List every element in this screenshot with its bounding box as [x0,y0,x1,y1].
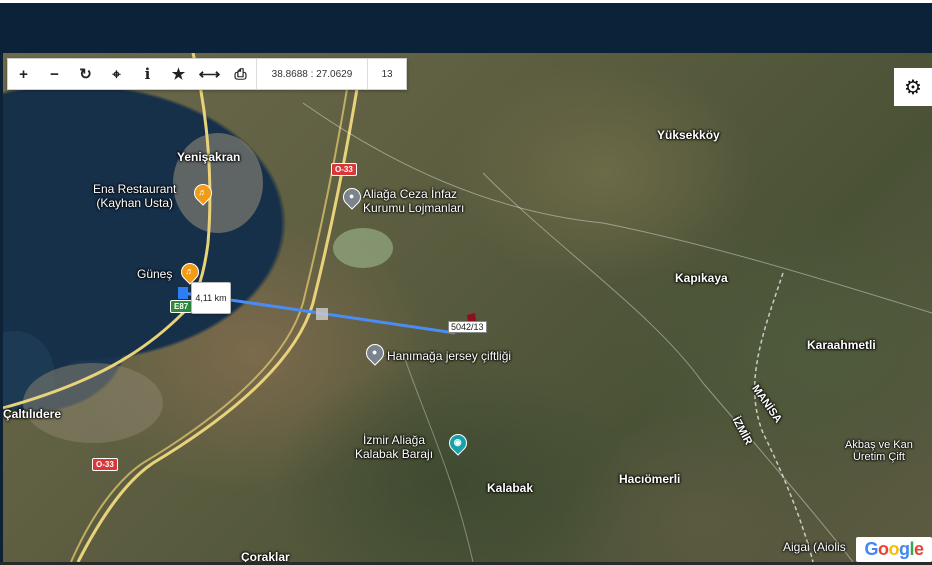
place-label-caltilidere: Çaltılıdere [3,407,62,421]
place-label-akbas: Akbaş ve Kan Üretim Çift [845,439,913,463]
zoom-level-readout: 13 [367,59,406,89]
star-icon: ★ [171,66,186,83]
place-label-kapikaya: Kapıkaya [675,271,728,285]
distance-label: 4,11 km [191,282,231,314]
settings-button[interactable]: ⚙ [894,68,932,106]
measurement-start-handle[interactable] [178,287,188,299]
measurement-mid-handle[interactable] [316,308,328,320]
road-shield-e87: E87 [170,300,193,313]
place-label-karaahmetli: Karaahmetli [807,338,876,352]
top-header-bar [0,0,932,53]
zoom-in-button[interactable]: + [8,59,39,89]
place-label-aliaga-ceza: Aliağa Ceza İnfaz Kurumu Lojmanları [363,187,465,215]
printer-icon: ⎙ [234,65,247,83]
plus-icon: + [19,65,28,83]
place-label-hanimaga: Hanımağa jersey çiftliği [387,349,512,363]
place-label-aigai: Aigai (Aiolis [783,540,846,554]
place-label-izmir-baraji: İzmir Aliağa Kalabak Barajı [355,433,434,461]
reservoir [333,228,393,268]
place-label-yuksekkoy: Yüksekköy [657,128,720,142]
map-canvas[interactable]: Yenişakran Ena Restaurant (Kayhan Usta) … [3,53,932,562]
gear-icon: ⚙ [904,76,922,99]
place-label-ena-restaurant: Ena Restaurant (Kayhan Usta) [93,182,177,210]
place-label-kalabak: Kalabak [487,481,534,495]
map-toolbar: + − ↻ ⌖ i ★ ⟷ ⎙ 38.8688 : 27.0629 13 [7,58,407,90]
parcel-label[interactable]: 5042/13 [448,321,487,333]
crosshair-icon: ⌖ [112,65,121,83]
google-logo: Google [856,537,932,562]
info-button[interactable]: i [132,59,163,89]
zoom-out-button[interactable]: − [39,59,70,89]
info-icon: i [144,65,151,83]
measure-icon: ⟷ [198,66,221,83]
refresh-button[interactable]: ↻ [70,59,101,89]
town-area-yenisakran [173,133,263,233]
refresh-icon: ↻ [79,66,92,83]
road-shield-o33-south: O-33 [92,458,118,471]
road-shield-o33: O-33 [331,163,357,176]
measure-button[interactable]: ⟷ [194,59,225,89]
place-label-haciomerli: Hacıömerli [619,472,681,486]
place-label-yenisakran: Yenişakran [177,150,241,164]
coordinates-readout: 38.8688 : 27.0629 [256,59,367,89]
local-road-2 [482,172,854,562]
place-label-coraklar: Çoraklar [241,550,290,562]
minus-icon: − [50,65,59,83]
map-overlay [3,53,932,562]
place-label-gunes: Güneş [137,267,173,281]
locate-button[interactable]: ⌖ [101,59,132,89]
favorite-button[interactable]: ★ [163,59,194,89]
print-button[interactable]: ⎙ [225,59,256,89]
